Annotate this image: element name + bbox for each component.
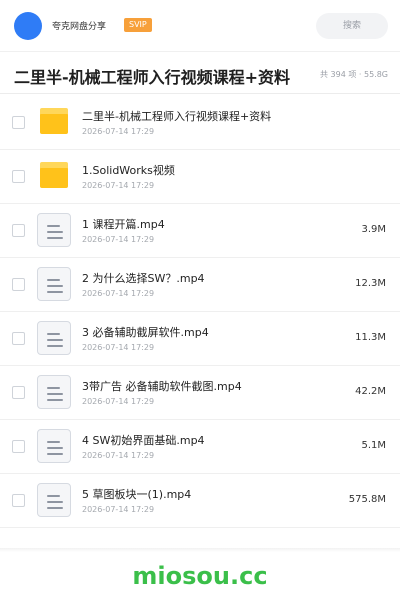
- item-date: 2026-07-14 17:29: [82, 181, 155, 190]
- select-checkbox[interactable]: [12, 224, 25, 237]
- file-icon: [37, 375, 71, 409]
- list-item[interactable]: 5 草图板块一(1).mp4 2026-07-14 17:29 575.8M: [0, 474, 400, 528]
- item-name: 二里半-机械工程师入行视频课程+资料: [82, 110, 272, 123]
- select-checkbox[interactable]: [12, 386, 25, 399]
- file-icon: [37, 483, 71, 517]
- avatar[interactable]: [14, 12, 42, 40]
- file-icon: [37, 429, 71, 463]
- file-icon: [37, 213, 71, 247]
- folder-icon: [40, 108, 68, 134]
- file-icon: [37, 267, 71, 301]
- item-date: 2026-07-14 17:29: [82, 289, 155, 298]
- folder-icon: [40, 162, 68, 188]
- folder-summary: 共 394 项 · 55.8G: [320, 70, 388, 79]
- item-name: 4 SW初始界面基础.mp4: [82, 434, 205, 447]
- item-date: 2026-07-14 17:29: [82, 127, 155, 136]
- footer-divider: [0, 548, 400, 552]
- select-checkbox[interactable]: [12, 116, 25, 129]
- folder-header: 二里半-机械工程师入行视频课程+资料 共 394 项 · 55.8G: [0, 56, 400, 94]
- item-size: 3.9M: [361, 224, 386, 235]
- item-size: 575.8M: [348, 494, 386, 505]
- item-date: 2026-07-14 17:29: [82, 505, 155, 514]
- search-input[interactable]: 搜索: [316, 13, 388, 39]
- item-size: 42.2M: [355, 386, 386, 397]
- top-bar: 夸克网盘分享 SVIP 搜索: [0, 0, 400, 52]
- username: 夸克网盘分享: [52, 22, 107, 32]
- select-checkbox[interactable]: [12, 494, 25, 507]
- item-name: 2 为什么选择SW？.mp4: [82, 272, 205, 285]
- item-size: 12.3M: [355, 278, 386, 289]
- page-title: 二里半-机械工程师入行视频课程+资料: [14, 68, 291, 87]
- select-checkbox[interactable]: [12, 170, 25, 183]
- item-date: 2026-07-14 17:29: [82, 235, 155, 244]
- watermark: miosou.cc: [132, 562, 268, 590]
- item-name: 5 草图板块一(1).mp4: [82, 488, 192, 501]
- list-item[interactable]: 2 为什么选择SW？.mp4 2026-07-14 17:29 12.3M: [0, 258, 400, 312]
- item-name: 3 必备辅助截屏软件.mp4: [82, 326, 209, 339]
- item-name: 3带广告 必备辅助软件截图.mp4: [82, 380, 242, 393]
- select-checkbox[interactable]: [12, 440, 25, 453]
- list-item[interactable]: 3 必备辅助截屏软件.mp4 2026-07-14 17:29 11.3M: [0, 312, 400, 366]
- file-icon: [37, 321, 71, 355]
- item-date: 2026-07-14 17:29: [82, 397, 155, 406]
- select-checkbox[interactable]: [12, 278, 25, 291]
- item-name: 1.SolidWorks视频: [82, 164, 175, 177]
- item-size: 11.3M: [355, 332, 386, 343]
- list-item[interactable]: 4 SW初始界面基础.mp4 2026-07-14 17:29 5.1M: [0, 420, 400, 474]
- list-item[interactable]: 3带广告 必备辅助软件截图.mp4 2026-07-14 17:29 42.2M: [0, 366, 400, 420]
- item-name: 1 课程开篇.mp4: [82, 218, 165, 231]
- item-date: 2026-07-14 17:29: [82, 343, 155, 352]
- file-list: 二里半-机械工程师入行视频课程+资料 2026-07-14 17:29 1.So…: [0, 96, 400, 528]
- list-item[interactable]: 1.SolidWorks视频 2026-07-14 17:29: [0, 150, 400, 204]
- list-item[interactable]: 二里半-机械工程师入行视频课程+资料 2026-07-14 17:29: [0, 96, 400, 150]
- item-size: 5.1M: [361, 440, 386, 451]
- list-item[interactable]: 1 课程开篇.mp4 2026-07-14 17:29 3.9M: [0, 204, 400, 258]
- svip-badge: SVIP: [124, 18, 152, 32]
- item-date: 2026-07-14 17:29: [82, 451, 155, 460]
- select-checkbox[interactable]: [12, 332, 25, 345]
